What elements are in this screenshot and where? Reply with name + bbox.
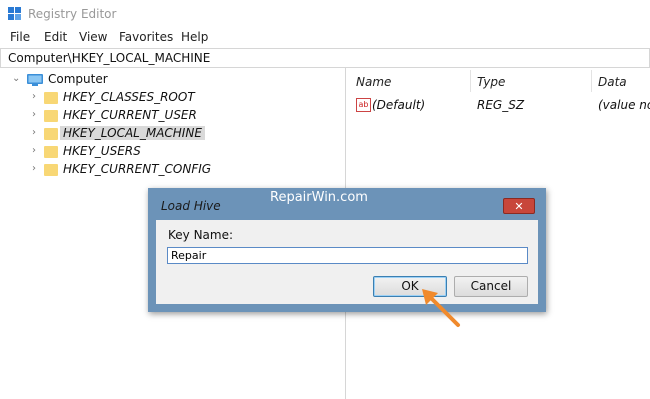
tree-node-label: HKEY_CURRENT_USER: [63, 108, 197, 122]
tree-node-label: HKEY_LOCAL_MACHINE: [60, 126, 205, 140]
column-divider[interactable]: [591, 70, 592, 92]
tree-node-label: HKEY_CLASSES_ROOT: [63, 90, 195, 104]
title-bar: Registry Editor: [0, 0, 650, 28]
chevron-down-icon[interactable]: ⌄: [12, 73, 20, 84]
address-bar[interactable]: Computer\HKEY_LOCAL_MACHINE: [0, 48, 650, 68]
column-header-type[interactable]: Type: [477, 75, 505, 89]
tree-node[interactable]: › HKEY_CURRENT_CONFIG: [0, 161, 340, 179]
tree-node-label: HKEY_USERS: [63, 144, 141, 158]
string-value-icon: ab: [356, 98, 371, 112]
dialog-body: Key Name: OK Cancel: [156, 220, 538, 304]
chevron-right-icon[interactable]: ›: [32, 127, 36, 138]
tree-node[interactable]: › HKEY_CURRENT_USER: [0, 107, 340, 125]
computer-icon: [27, 74, 43, 86]
tree-node-label: Computer: [48, 72, 108, 86]
folder-icon: [44, 110, 58, 122]
tree-node[interactable]: › HKEY_CLASSES_ROOT: [0, 89, 340, 107]
menu-bar: File Edit View Favorites Help: [0, 28, 650, 47]
address-text: Computer\HKEY_LOCAL_MACHINE: [8, 51, 211, 65]
pointer-arrow-icon: [422, 289, 460, 327]
menu-view[interactable]: View: [79, 30, 107, 44]
cancel-button[interactable]: Cancel: [454, 276, 528, 297]
tree-node-computer[interactable]: ⌄ Computer: [0, 71, 340, 89]
tree-node-label: HKEY_CURRENT_CONFIG: [63, 162, 212, 176]
value-type: REG_SZ: [477, 98, 525, 112]
folder-icon: [44, 164, 58, 176]
value-name[interactable]: (Default): [372, 98, 425, 112]
load-hive-dialog: Load Hive ✕ Key Name: OK Cancel: [148, 188, 546, 312]
menu-edit[interactable]: Edit: [44, 30, 67, 44]
folder-icon: [44, 128, 58, 140]
close-icon: ✕: [514, 200, 524, 213]
key-name-label: Key Name:: [168, 228, 234, 242]
chevron-right-icon[interactable]: ›: [32, 163, 36, 174]
column-header-data[interactable]: Data: [598, 75, 627, 89]
column-divider[interactable]: [470, 70, 471, 92]
key-name-input[interactable]: [167, 247, 528, 264]
window-title: Registry Editor: [28, 7, 117, 21]
menu-help[interactable]: Help: [181, 30, 208, 44]
menu-file[interactable]: File: [10, 30, 30, 44]
tree-node-selected[interactable]: › HKEY_LOCAL_MACHINE: [0, 125, 340, 143]
column-header-name[interactable]: Name: [356, 75, 391, 89]
value-data: (value not: [598, 98, 650, 112]
close-button[interactable]: ✕: [503, 198, 535, 214]
chevron-right-icon[interactable]: ›: [32, 145, 36, 156]
chevron-right-icon[interactable]: ›: [32, 91, 36, 102]
chevron-right-icon[interactable]: ›: [32, 109, 36, 120]
tree-node[interactable]: › HKEY_USERS: [0, 143, 340, 161]
menu-favorites[interactable]: Favorites: [119, 30, 173, 44]
folder-icon: [44, 92, 58, 104]
folder-icon: [44, 146, 58, 158]
registry-editor-icon: [8, 7, 21, 20]
watermark: RepairWin.com: [270, 190, 368, 205]
dialog-title: Load Hive: [161, 199, 221, 213]
